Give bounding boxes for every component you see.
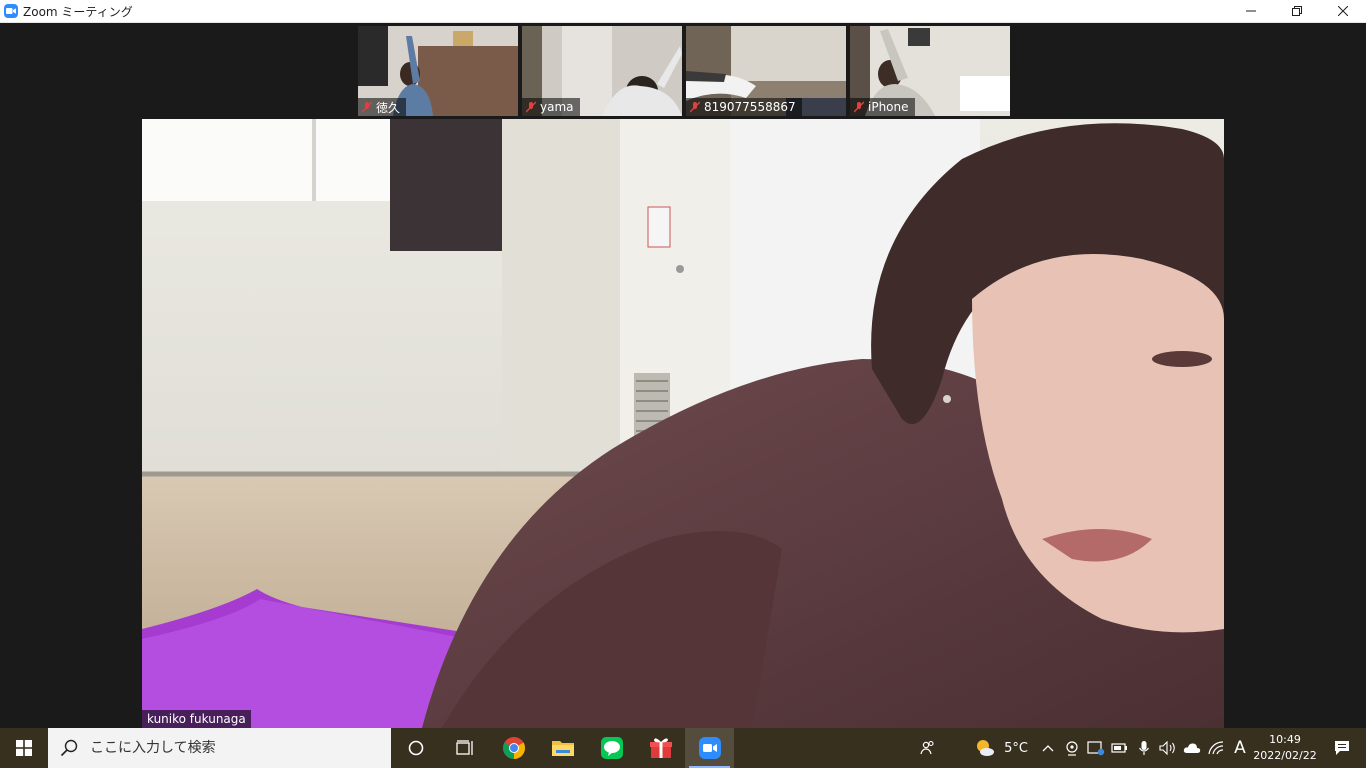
ime-mode-indicator[interactable]: A xyxy=(1228,728,1252,768)
people-button[interactable] xyxy=(904,728,952,768)
microphone-tray-button[interactable] xyxy=(1132,728,1156,768)
title-bar: Zoom ミーティング xyxy=(0,0,1366,23)
participant-video-tile[interactable]: yama xyxy=(522,26,682,116)
participant-name: 819077558867 xyxy=(704,100,796,114)
weather-widget[interactable]: 5°C xyxy=(966,728,1036,768)
cortana-icon xyxy=(408,740,423,756)
task-view-button[interactable] xyxy=(440,728,489,768)
notification-icon xyxy=(1335,741,1349,755)
zoom-app-icon xyxy=(4,4,18,18)
action-center-button[interactable] xyxy=(1318,728,1366,768)
close-icon xyxy=(1338,6,1348,16)
network-button[interactable] xyxy=(1204,728,1228,768)
close-button[interactable] xyxy=(1320,0,1366,22)
task-view-icon xyxy=(455,740,473,755)
speaker-video-frame xyxy=(142,119,1224,728)
cortana-button[interactable] xyxy=(391,728,440,768)
mic-muted-icon xyxy=(690,101,700,113)
participant-name-label: yama xyxy=(522,98,580,116)
active-speaker-video[interactable]: kuniko fukunaga xyxy=(142,119,1224,728)
system-tray: 5°C A 10:49 2022/02/22 xyxy=(904,728,1366,768)
device-status-icon xyxy=(1087,741,1105,756)
file-explorer-button[interactable] xyxy=(538,728,587,768)
participant-name: iPhone xyxy=(868,100,909,114)
gift-icon xyxy=(649,738,672,758)
participant-thumbnails: 徳久 yama 819077558867 iPhone xyxy=(358,26,1010,116)
participant-video-tile[interactable]: 徳久 xyxy=(358,26,518,116)
chrome-icon xyxy=(502,737,525,759)
device-tray-button[interactable] xyxy=(1084,728,1108,768)
clock-date: 2022/02/22 xyxy=(1253,749,1317,762)
line-button[interactable] xyxy=(587,728,636,768)
meeting-area: 徳久 yama 819077558867 iPhone kuniko fukun… xyxy=(0,23,1366,728)
participant-video-tile[interactable]: 819077558867 xyxy=(686,26,846,116)
clock-time: 10:49 xyxy=(1269,733,1301,746)
cloud-icon xyxy=(1183,743,1201,753)
volume-button[interactable] xyxy=(1156,728,1180,768)
clock[interactable]: 10:49 2022/02/22 xyxy=(1252,732,1318,764)
restore-icon xyxy=(1292,6,1302,16)
search-icon xyxy=(60,739,78,757)
restore-button[interactable] xyxy=(1274,0,1320,22)
participant-name: yama xyxy=(540,100,574,114)
active-speaker-name-label: kuniko fukunaga xyxy=(142,710,251,728)
chrome-button[interactable] xyxy=(489,728,538,768)
show-hidden-icons-button[interactable] xyxy=(1036,728,1060,768)
taskbar-search-box[interactable] xyxy=(48,728,391,768)
zoom-taskbar-button[interactable] xyxy=(685,728,734,768)
mic-muted-icon xyxy=(526,101,536,113)
line-icon xyxy=(600,737,623,759)
gift-app-button[interactable] xyxy=(636,728,685,768)
webcam-icon xyxy=(1066,741,1078,756)
windows-logo-icon xyxy=(16,740,32,756)
microphone-icon xyxy=(1139,741,1149,755)
mic-muted-icon xyxy=(362,101,372,113)
battery-icon xyxy=(1111,743,1127,753)
search-input[interactable] xyxy=(88,739,372,757)
participant-video-tile[interactable]: iPhone xyxy=(850,26,1010,116)
mic-muted-icon xyxy=(854,101,864,113)
weather-temperature: 5°C xyxy=(1004,740,1028,756)
windows-taskbar: 5°C A 10:49 2022/02/22 xyxy=(0,728,1366,768)
speaker-volume-icon xyxy=(1159,741,1175,755)
window-title: Zoom ミーティング xyxy=(23,4,133,19)
chevron-up-icon xyxy=(1042,745,1054,752)
participant-name: 徳久 xyxy=(376,100,401,115)
onedrive-button[interactable] xyxy=(1180,728,1204,768)
wifi-icon xyxy=(1208,741,1224,755)
battery-button[interactable] xyxy=(1108,728,1132,768)
partly-sunny-icon xyxy=(977,740,995,756)
minimize-icon xyxy=(1246,10,1256,12)
participant-name-label: 819077558867 xyxy=(686,98,802,116)
people-icon xyxy=(920,740,934,755)
file-explorer-icon xyxy=(551,741,574,756)
participant-name-label: iPhone xyxy=(850,98,915,116)
minimize-button[interactable] xyxy=(1228,0,1274,22)
zoom-icon xyxy=(698,737,721,759)
webcam-tray-button[interactable] xyxy=(1060,728,1084,768)
participant-name-label: 徳久 xyxy=(358,98,407,116)
start-button[interactable] xyxy=(0,728,48,768)
